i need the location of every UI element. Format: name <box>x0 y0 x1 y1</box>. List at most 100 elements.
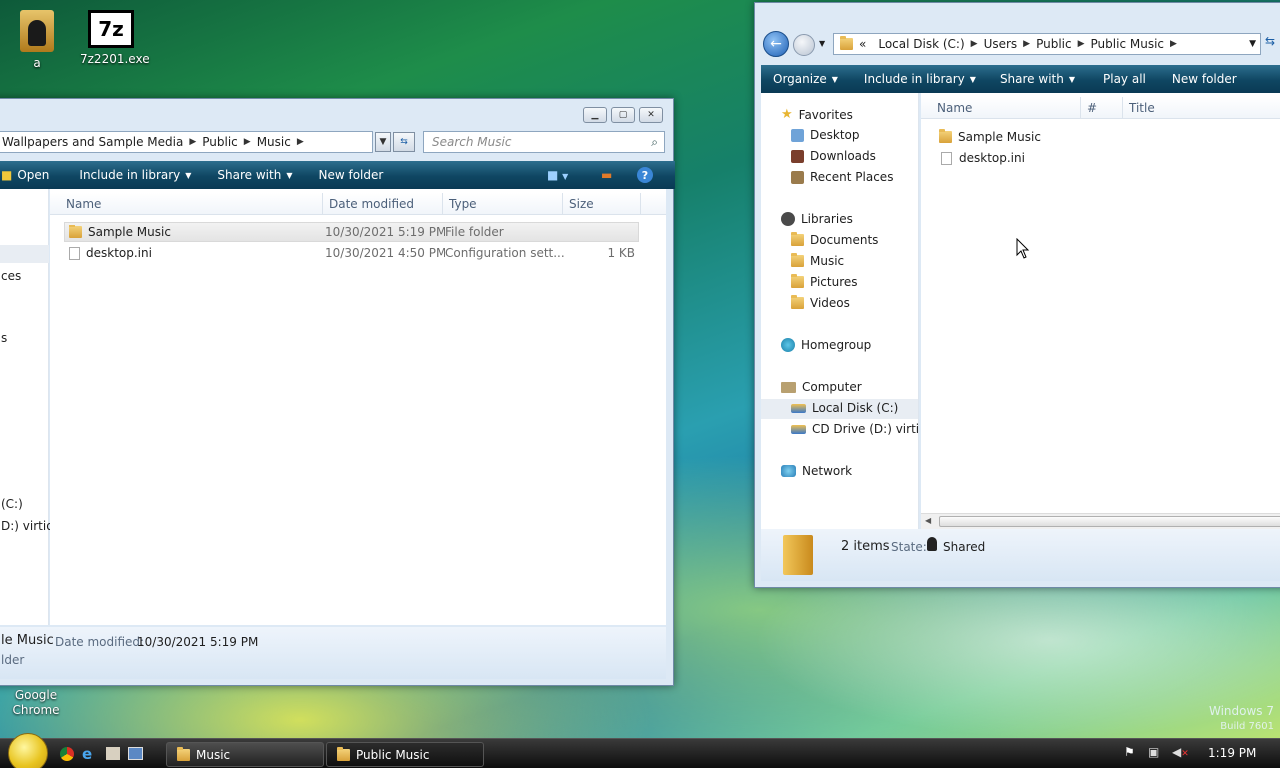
breadcrumb-item[interactable]: Public Music <box>1085 37 1170 51</box>
share-with-button[interactable]: Share with ▼ <box>990 72 1085 86</box>
start-button[interactable] <box>8 733 48 768</box>
7zip-icon: 7z <box>88 10 134 48</box>
chevron-right-icon[interactable]: ▶ <box>297 137 304 147</box>
table-row[interactable]: desktop.ini <box>941 148 1025 168</box>
include-in-library-button[interactable]: Include in library ▼ <box>854 72 986 86</box>
nav-item-downloads[interactable]: Downloads <box>791 149 876 163</box>
table-row[interactable]: Sample Music 10/30/2021 5:19 PM File fol… <box>64 222 639 242</box>
nav-item-videos[interactable]: Videos <box>791 295 850 310</box>
refresh-icon[interactable]: ⇆ <box>1265 34 1280 54</box>
nav-item-fragment[interactable]: s <box>1 331 7 345</box>
scroll-left-icon[interactable]: ◀ <box>925 516 931 525</box>
explorer-window-public-music[interactable]: ← ▼ « Local Disk (C:) ▶ Users ▶ Public ▶… <box>754 2 1280 588</box>
forward-button[interactable] <box>793 34 815 56</box>
show-desktop-icon[interactable] <box>128 747 143 760</box>
action-center-flag-icon[interactable]: ⚑ <box>1124 745 1135 759</box>
include-in-library-button[interactable]: Include in library ▼ <box>69 168 201 182</box>
address-dropdown-icon[interactable]: ▼ <box>1249 39 1256 49</box>
nav-network[interactable]: Network <box>781 464 852 478</box>
minimize-button[interactable]: ▁ <box>583 107 607 123</box>
chevron-right-icon[interactable]: ▶ <box>244 137 251 147</box>
table-row[interactable]: desktop.ini 10/30/2021 4:50 PM Configura… <box>64 243 639 263</box>
nav-computer[interactable]: Computer <box>781 380 862 394</box>
folder-icon[interactable] <box>106 747 120 760</box>
refresh-icon[interactable]: ⇆ <box>393 132 415 152</box>
recent-places-icon <box>791 170 804 184</box>
breadcrumb-item[interactable]: Public <box>196 135 244 149</box>
history-dropdown-icon[interactable]: ▼ <box>819 39 825 48</box>
nav-item-pictures[interactable]: Pictures <box>791 274 858 289</box>
nav-item-cd-drive[interactable]: CD Drive (D:) virtio-w <box>791 422 918 436</box>
nav-item-local-disk[interactable]: Local Disk (C:) <box>791 401 898 415</box>
column-header-type[interactable]: Type <box>443 193 563 214</box>
nav-item-documents[interactable]: Documents <box>791 232 878 247</box>
desktop-icon-7zip[interactable]: 7z 7z2201.exe <box>80 10 150 66</box>
nav-libraries[interactable]: Libraries <box>781 212 853 226</box>
nav-item-recent-places[interactable]: Recent Places <box>791 170 893 184</box>
view-options-icon[interactable]: ■ ▼ <box>547 168 568 182</box>
nav-item-desktop[interactable]: Desktop <box>791 128 860 142</box>
clock[interactable]: 1:19 PM <box>1208 746 1256 760</box>
column-header-size[interactable]: Size <box>563 193 641 214</box>
address-bar[interactable]: « Local Disk (C:) ▶ Users ▶ Public ▶ Pub… <box>833 33 1261 55</box>
internet-explorer-icon[interactable]: e <box>82 746 98 762</box>
chevron-right-icon[interactable]: ▶ <box>971 39 978 49</box>
open-folder-icon: ■ <box>1 168 13 182</box>
column-header-title[interactable]: Title <box>1123 97 1280 118</box>
nav-item-music[interactable]: Music <box>791 253 844 268</box>
nav-item-fragment[interactable]: (C:) <box>1 497 23 511</box>
scrollbar-thumb[interactable] <box>939 516 1280 527</box>
table-row[interactable]: Sample Music <box>939 127 1041 147</box>
breadcrumb-overflow[interactable]: « <box>853 37 872 51</box>
new-folder-button[interactable]: New folder <box>308 168 393 182</box>
back-button[interactable]: ← <box>763 31 789 57</box>
desktop-icon-chrome[interactable]: Google Chrome <box>4 688 68 718</box>
breadcrumb-item[interactable]: Music <box>251 135 297 149</box>
nav-item-fragment[interactable]: ces <box>1 269 21 283</box>
address-bar[interactable]: Wallpapers and Sample Media ▶ Public ▶ M… <box>0 131 373 153</box>
column-headers: Name Date modified Type Size <box>50 193 666 215</box>
horizontal-scrollbar[interactable]: ◀ <box>921 513 1280 529</box>
taskbar-button-public-music[interactable]: Public Music <box>326 742 484 767</box>
search-input[interactable]: Search Music ⌕ <box>423 131 665 153</box>
share-with-button[interactable]: Share with ▼ <box>207 168 302 182</box>
preview-pane-icon[interactable]: ▬ <box>601 168 612 182</box>
explorer-window-music[interactable]: ▁ ▢ ✕ Wallpapers and Sample Media ▶ Publ… <box>0 98 675 686</box>
help-icon[interactable]: ? <box>637 167 653 183</box>
chrome-icon[interactable] <box>60 747 74 761</box>
address-dropdown-button[interactable]: ▼ <box>375 132 391 152</box>
column-header-number[interactable]: # <box>1081 97 1123 118</box>
taskbar-button-music[interactable]: Music <box>166 742 324 767</box>
volume-muted-icon[interactable]: ◀✕ <box>1172 745 1189 759</box>
chevron-right-icon[interactable]: ▶ <box>1170 39 1177 49</box>
maximize-button[interactable]: ▢ <box>611 107 635 123</box>
details-date-value: 10/30/2021 5:19 PM <box>137 635 259 649</box>
nav-favorites[interactable]: ★ Favorites <box>781 107 853 122</box>
breadcrumb-item[interactable]: Users <box>978 37 1024 51</box>
documents-icon <box>791 232 804 246</box>
column-header-date[interactable]: Date modified <box>323 193 443 214</box>
breadcrumb-item[interactable]: Public <box>1030 37 1078 51</box>
chevron-down-icon: ▼ <box>286 170 293 180</box>
column-header-name[interactable]: Name <box>921 97 1081 118</box>
play-all-button[interactable]: Play all <box>1093 72 1156 86</box>
open-button[interactable]: ■ Open <box>0 168 59 182</box>
column-header-name[interactable]: Name <box>50 193 323 214</box>
file-date: 10/30/2021 5:19 PM <box>325 225 445 239</box>
breadcrumb-item[interactable]: Wallpapers and Sample Media <box>0 135 189 149</box>
chevron-right-icon[interactable]: ▶ <box>189 137 196 147</box>
new-folder-button[interactable]: New folder <box>1162 72 1247 86</box>
search-icon[interactable]: ⌕ <box>651 135 664 150</box>
network-status-icon[interactable]: ▣ <box>1148 745 1159 759</box>
music-icon <box>791 253 804 267</box>
desktop-icon-a[interactable]: a <box>10 10 64 70</box>
chevron-down-icon: ▼ <box>831 74 838 84</box>
breadcrumb-item[interactable]: Local Disk (C:) <box>872 37 970 51</box>
navigation-pane: ★ Favorites Desktop Downloads Recent Pla… <box>761 93 919 529</box>
nav-homegroup[interactable]: Homegroup <box>781 338 871 352</box>
chevron-right-icon[interactable]: ▶ <box>1078 39 1085 49</box>
organize-button[interactable]: Organize ▼ <box>761 72 848 86</box>
chevron-right-icon[interactable]: ▶ <box>1023 39 1030 49</box>
chevron-down-icon: ▼ <box>1068 74 1075 84</box>
close-button[interactable]: ✕ <box>639 107 663 123</box>
